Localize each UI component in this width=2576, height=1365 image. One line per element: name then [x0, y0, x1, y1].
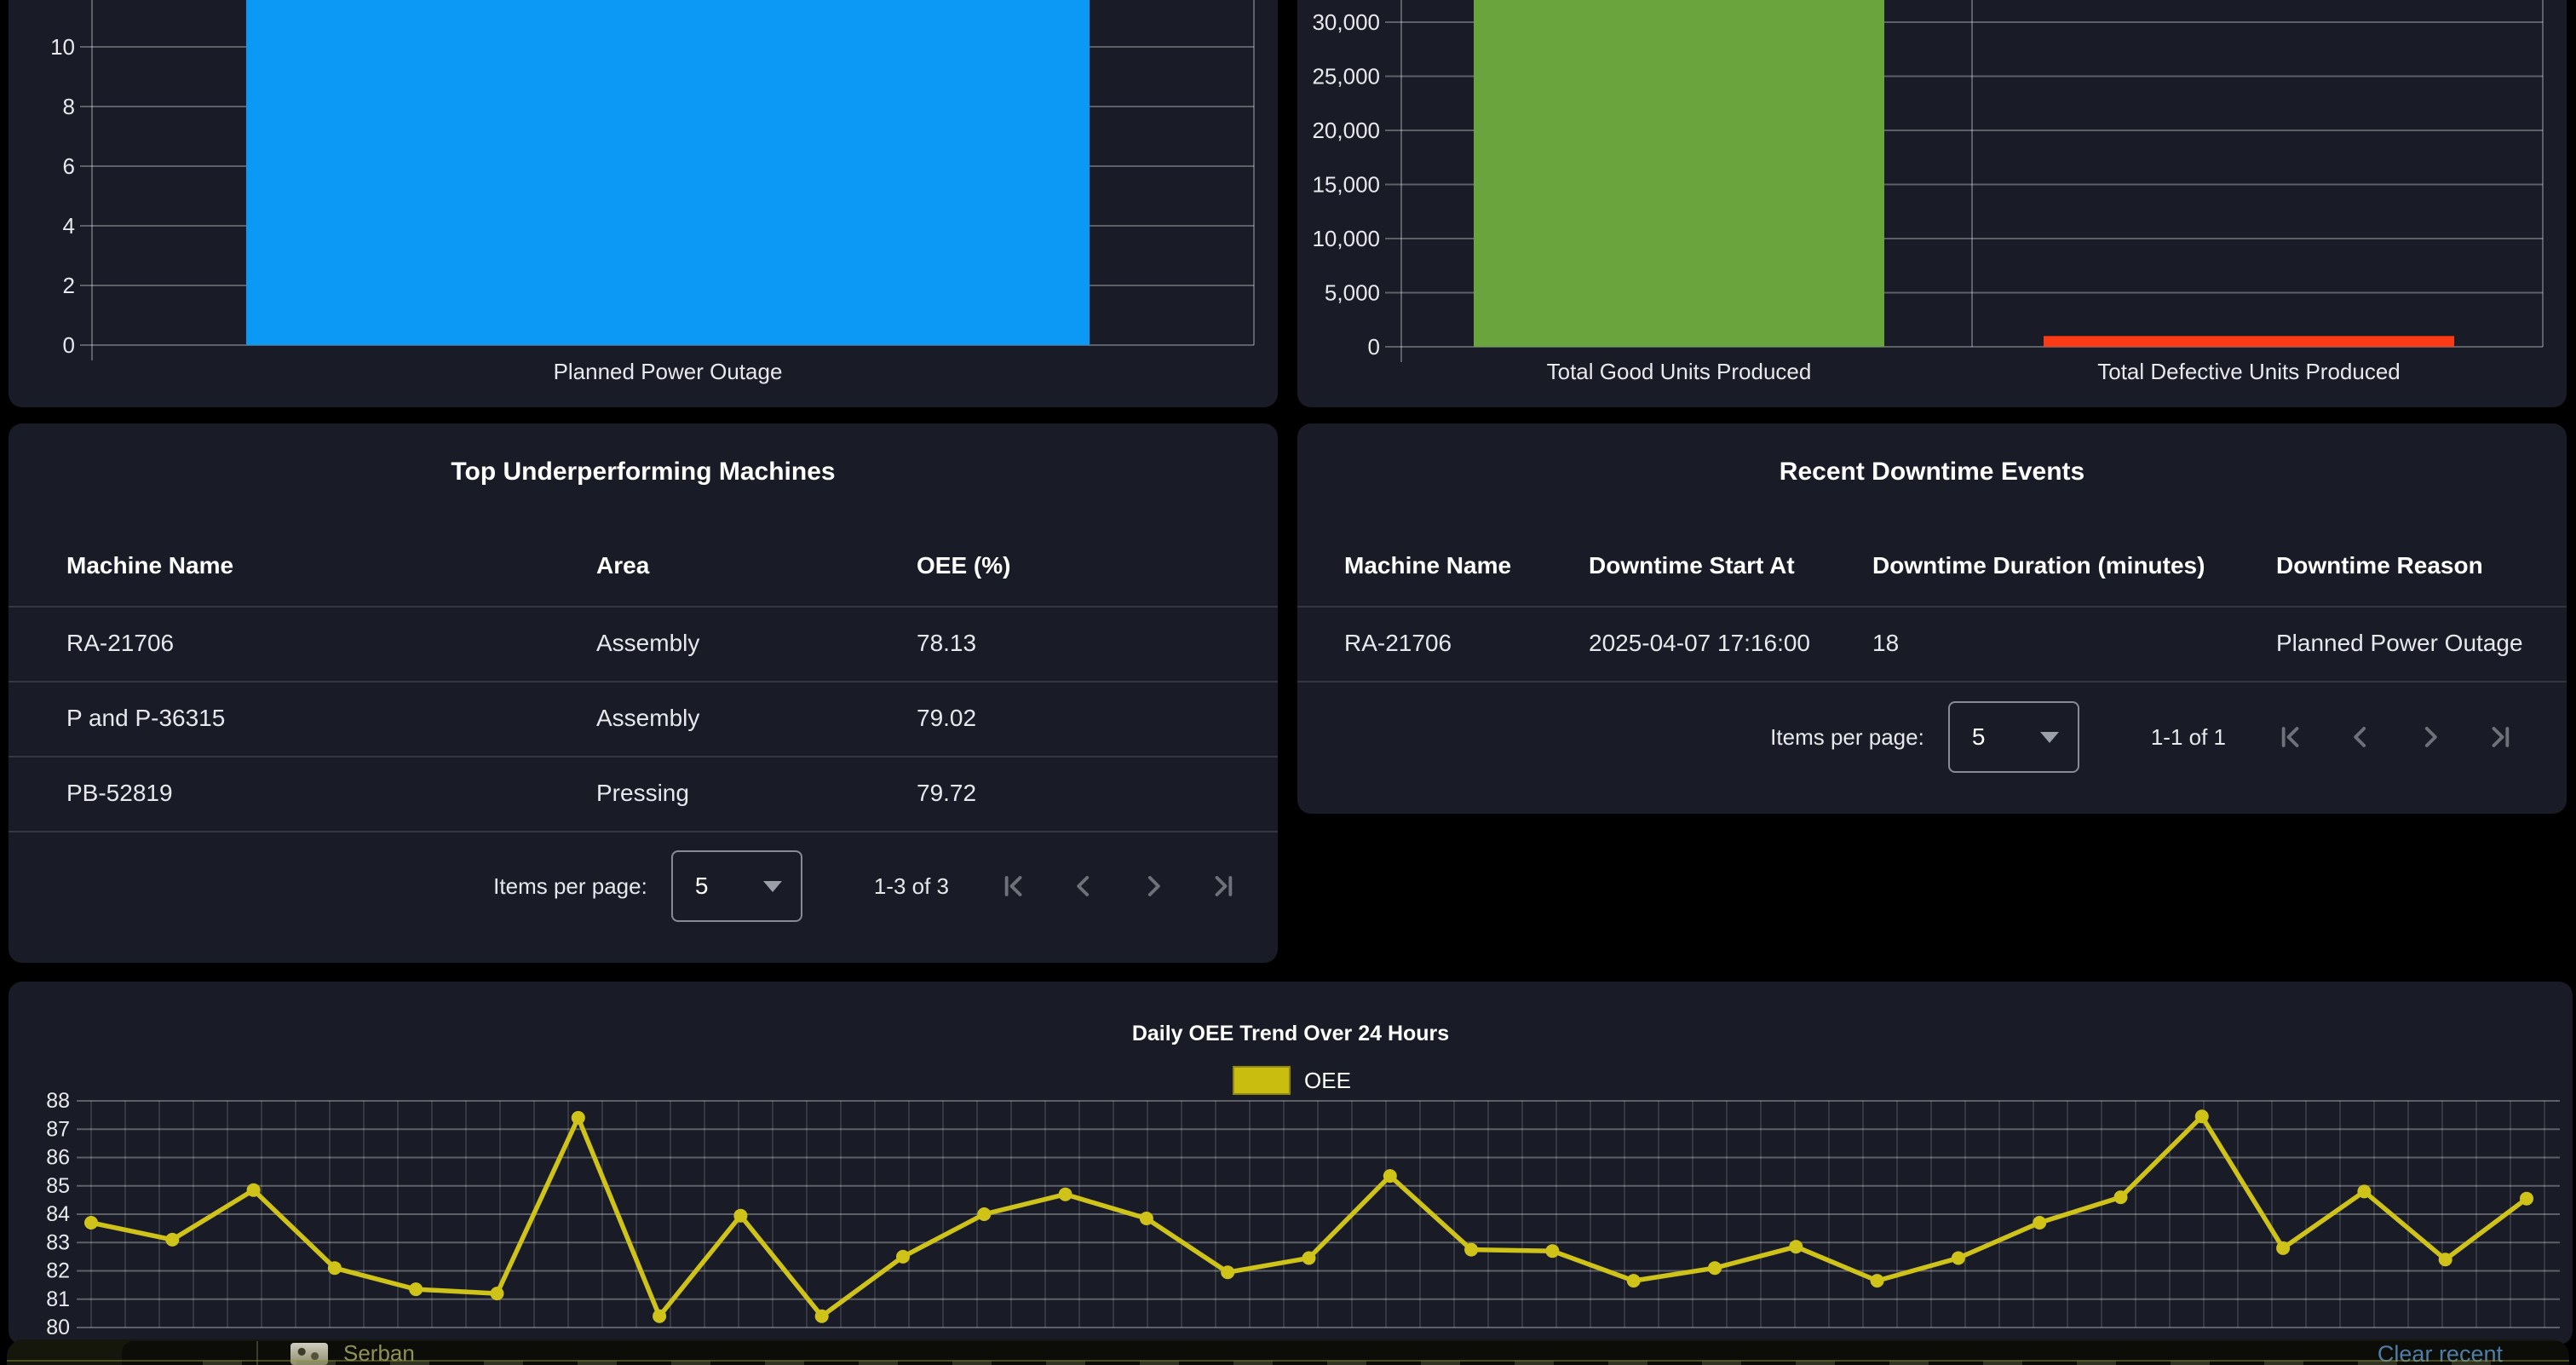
column-header: Machine Name	[1344, 552, 1589, 579]
column-header: Downtime Start At	[1589, 552, 1872, 579]
column-header: Machine Name	[66, 552, 596, 579]
production-units-bar-chart: 0 5,000 10,000 15,000 20,000 25,000 30,000 Tota…	[1297, 0, 2567, 407]
column-header: Downtime Duration (minutes)	[1872, 552, 2276, 579]
svg-text:25,000: 25,000	[1312, 64, 1380, 89]
svg-text:20,000: 20,000	[1312, 118, 1380, 143]
underperforming-machines-card: Top Underperforming Machines Machine Nam…	[9, 423, 1278, 963]
chevron-down-icon	[2040, 732, 2059, 743]
page-range-label: 1-1 of 1	[2151, 724, 2226, 751]
svg-text:86: 86	[46, 1146, 70, 1170]
table-cell: 79.02	[917, 705, 1244, 732]
svg-text:84: 84	[46, 1202, 70, 1226]
svg-text:88: 88	[46, 1089, 70, 1113]
next-page-button[interactable]	[2413, 720, 2447, 754]
oee-trend-line-chart: 80 81 82 83 84 85 86 87 88	[9, 982, 2573, 1345]
last-page-button[interactable]	[1206, 869, 1240, 903]
column-header: OEE (%)	[917, 552, 1244, 579]
svg-text:10,000: 10,000	[1312, 226, 1380, 251]
svg-text:80: 80	[46, 1316, 70, 1339]
table-row: P and P-36315Assembly79.02	[9, 681, 1278, 756]
table-row: PB-52819Pressing79.72	[9, 756, 1278, 831]
paginator-buttons	[997, 869, 1240, 903]
downtime-by-reason-bar-chart: 0 2 4 6 8 10 Planned Power Outage	[9, 0, 1278, 407]
next-page-button[interactable]	[1136, 869, 1170, 903]
table-cell: 78.13	[917, 630, 1244, 657]
background-window-strip: Serban Clear recent	[7, 1339, 2569, 1365]
table-cell: RA-21706	[1344, 630, 1589, 657]
oee-trend-chart-card: Daily OEE Trend Over 24 Hours OEE 808182…	[9, 982, 2573, 1345]
table-cell: 18	[1872, 630, 2276, 657]
column-header: Downtime Reason	[2276, 552, 2533, 579]
svg-text:5,000: 5,000	[1325, 280, 1380, 306]
svg-text:82: 82	[46, 1259, 70, 1283]
dashboard-screen: 0 2 4 6 8 10 Planned Power Outage 0 5,000 10,000…	[0, 0, 2576, 1365]
items-per-page-label: Items per page:	[493, 873, 647, 900]
paginator-buttons	[2274, 720, 2517, 754]
svg-text:Planned Power Outage: Planned Power Outage	[554, 359, 783, 384]
row-divider	[1297, 681, 2567, 682]
table-cell: 79.72	[917, 780, 1244, 807]
svg-text:10: 10	[50, 34, 75, 60]
last-page-button[interactable]	[2483, 720, 2517, 754]
table-header-row: Machine NameDowntime Start AtDowntime Du…	[1297, 526, 2567, 606]
svg-text:83: 83	[46, 1230, 70, 1254]
column-header: Area	[596, 552, 917, 579]
downtime-by-reason-chart-card: 0 2 4 6 8 10 Planned Power Outage	[9, 0, 1278, 407]
svg-text:15,000: 15,000	[1312, 172, 1380, 198]
table-cell: Pressing	[596, 780, 917, 807]
table-cell: Assembly	[596, 705, 917, 732]
recent-downtime-events-card: Recent Downtime Events Machine NameDownt…	[1297, 423, 2567, 814]
page-size-select[interactable]: 5	[1948, 701, 2079, 773]
paginator: Items per page: 5 1-1 of 1	[1770, 700, 2517, 774]
svg-text:81: 81	[46, 1287, 70, 1311]
table-cell: Assembly	[596, 630, 917, 657]
page-range-label: 1-3 of 3	[874, 873, 949, 900]
svg-text:85: 85	[46, 1174, 70, 1198]
chevron-down-icon	[763, 881, 782, 892]
paginator: Items per page: 5 1-3 of 3	[493, 850, 1240, 923]
svg-text:Total Good Units Produced: Total Good Units Produced	[1547, 359, 1812, 384]
previous-page-button[interactable]	[2343, 720, 2378, 754]
production-units-chart-card: 0 5,000 10,000 15,000 20,000 25,000 30,000 Tota…	[1297, 0, 2567, 407]
svg-text:0: 0	[1368, 334, 1380, 360]
svg-text:30,000: 30,000	[1312, 9, 1380, 35]
table-cell: P and P-36315	[66, 705, 596, 732]
page-size-value: 5	[695, 873, 709, 900]
card-title: Top Underperforming Machines	[9, 458, 1278, 487]
table-cell: RA-21706	[66, 630, 596, 657]
page-size-select[interactable]: 5	[671, 850, 802, 922]
table-row: RA-217062025-04-07 17:16:0018Planned Pow…	[1297, 606, 2567, 681]
card-title: Recent Downtime Events	[1297, 458, 2567, 487]
previous-page-button[interactable]	[1067, 869, 1101, 903]
page-size-value: 5	[1972, 723, 1986, 751]
svg-text:2: 2	[63, 273, 75, 298]
first-page-button[interactable]	[2274, 720, 2308, 754]
svg-text:6: 6	[63, 153, 75, 179]
table-cell: PB-52819	[66, 780, 596, 807]
table-cell: 2025-04-07 17:16:00	[1589, 630, 1872, 657]
svg-text:4: 4	[63, 213, 75, 239]
svg-text:0: 0	[63, 332, 75, 358]
table-row: RA-21706Assembly78.13	[9, 606, 1278, 681]
table-header-row: Machine NameAreaOEE (%)	[9, 526, 1278, 606]
items-per-page-label: Items per page:	[1770, 724, 1924, 751]
row-divider	[9, 831, 1278, 832]
taskbar-items-row	[203, 1361, 2518, 1365]
svg-text:Total Defective Units Produced: Total Defective Units Produced	[2097, 359, 2401, 384]
svg-text:8: 8	[63, 94, 75, 119]
table-cell: Planned Power Outage	[2276, 630, 2533, 657]
first-page-button[interactable]	[997, 869, 1031, 903]
svg-text:87: 87	[46, 1117, 70, 1141]
